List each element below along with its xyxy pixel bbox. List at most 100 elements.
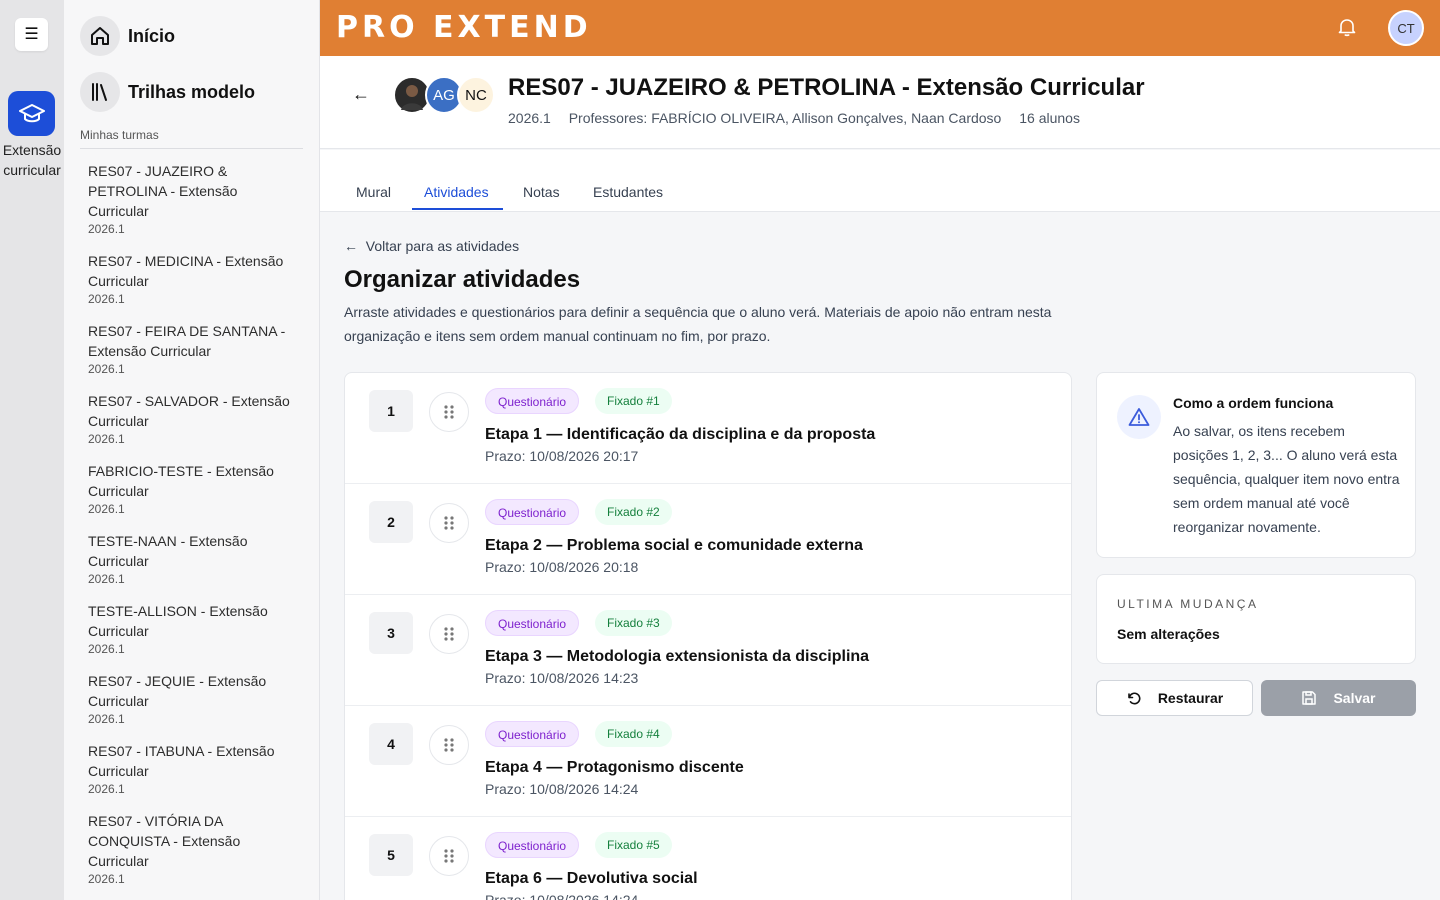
activity-row[interactable]: 1 Questionário Fixado #1 Etapa 1 — Ident… [345,373,1071,484]
class-name: RES07 - ITABUNA - Extensão Curricular [88,743,275,779]
class-name: FABRICIO-TESTE - Extensão Curricular [88,463,274,499]
brand-logo[interactable]: PRO EXTEND [336,10,592,45]
type-badge: Questionário [485,832,580,858]
teacher-avatars: AG NC [393,76,495,114]
class-item[interactable]: FABRICIO-TESTE - Extensão Curricular 202… [88,461,298,517]
restore-label: Restaurar [1157,690,1224,706]
class-term: 2026.1 [88,642,125,656]
activity-title: Etapa 2 — Problema social e comunidade e… [485,537,863,554]
restore-icon [1128,692,1141,705]
app-extensao-label: Extensão curricular [2,142,62,178]
class-name: RES07 - MEDICINA - Extensão Curricular [88,253,284,289]
class-item[interactable]: RES07 - JEQUIE - Extensão Curricular 202… [88,671,298,727]
info-title: Como a ordem funciona [1173,395,1334,411]
activity-due: Prazo: 10/08/2026 14:23 [485,670,639,686]
activity-title: Etapa 3 — Metodologia extensionista da d… [485,648,870,665]
course-tabs: Mural Atividades Notas Estudantes [320,150,1440,212]
course-teachers: Professores: FABRÍCIO OLIVEIRA, Allison … [568,110,1002,126]
class-term: 2026.1 [88,362,125,376]
tab-mural[interactable]: Mural [356,184,391,200]
course-meta: 2026.1 Professores: FABRÍCIO OLIVEIRA, A… [508,110,1094,126]
class-term: 2026.1 [88,572,125,586]
tab-notas[interactable]: Notas [523,184,560,200]
home-icon [80,16,120,56]
last-change-value: Sem alterações [1117,626,1220,642]
sidebar-item-trilhas[interactable]: Trilhas modelo [80,72,255,112]
graduation-cap-icon [18,103,45,122]
order-info-card: Como a ordem funciona Ao salvar, os iten… [1096,372,1416,558]
class-item[interactable]: RES07 - VITÓRIA DA CONQUISTA - Extensão … [88,811,298,887]
drag-handle-icon[interactable] [429,503,469,543]
drag-handle-icon[interactable] [429,392,469,432]
class-name: TESTE-NAAN - Extensão Curricular [88,533,248,569]
last-change-card: ULTIMA MUDANÇA Sem alterações [1096,574,1416,664]
type-badge: Questionário [485,721,580,747]
class-term: 2026.1 [88,292,125,306]
activity-position: 3 [369,612,413,654]
tab-atividades[interactable]: Atividades [424,184,489,200]
save-label: Salvar [1333,690,1376,706]
activity-row[interactable]: 5 Questionário Fixado #5 Etapa 6 — Devol… [345,817,1071,900]
top-bar: PRO EXTEND CT [320,0,1440,56]
fixed-badge: Fixado #2 [595,499,672,525]
restore-button[interactable]: Restaurar [1096,680,1253,716]
menu-button[interactable]: ☰ [15,18,48,51]
info-text: Ao salvar, os itens recebem posições 1, … [1173,423,1400,535]
tab-estudantes[interactable]: Estudantes [593,184,663,200]
bell-icon[interactable] [1336,16,1358,38]
sidebar-item-inicio[interactable]: Início [80,16,175,56]
class-term: 2026.1 [88,872,125,886]
sidebar: Início Trilhas modelo Minhas turmas RES0… [64,0,320,900]
class-name: RES07 - FEIRA DE SANTANA - Extensão Curr… [88,323,286,359]
arrow-left-icon: ← [344,238,358,254]
class-item[interactable]: RES07 - ITABUNA - Extensão Curricular 20… [88,741,298,797]
activity-position: 2 [369,501,413,543]
type-badge: Questionário [485,499,580,525]
activity-title: Etapa 4 — Protagonismo discente [485,759,744,776]
activity-row[interactable]: 4 Questionário Fixado #4 Etapa 4 — Prota… [345,706,1071,817]
drag-handle-icon[interactable] [429,725,469,765]
activity-position: 4 [369,723,413,765]
fixed-badge: Fixado #5 [595,832,672,858]
course-header: ← AG NC RES07 - JUAZEIRO & PETROLINA - E… [320,56,1440,149]
activity-list: 1 Questionário Fixado #1 Etapa 1 — Ident… [344,372,1072,900]
library-icon [80,72,120,112]
page-title: Organizar atividades [344,266,581,293]
drag-handle-icon[interactable] [429,614,469,654]
app-rail: ☰ Extensão curricular [0,0,64,900]
class-term: 2026.1 [88,222,125,236]
fixed-badge: Fixado #4 [595,721,672,747]
class-term: 2026.1 [88,432,125,446]
activity-title: Etapa 1 — Identificação da disciplina e … [485,426,876,443]
class-item[interactable]: TESTE-NAAN - Extensão Curricular 2026.1 [88,531,298,587]
save-button[interactable]: Salvar [1261,680,1416,716]
activity-due: Prazo: 10/08/2026 14:24 [485,781,639,797]
class-item[interactable]: RES07 - JUAZEIRO & PETROLINA - Extensão … [88,161,298,237]
course-title: RES07 - JUAZEIRO & PETROLINA - Extensão … [508,74,1145,101]
class-item[interactable]: RES07 - SALVADOR - Extensão Curricular 2… [88,391,298,447]
course-term: 2026.1 [508,110,551,126]
warning-icon [1117,395,1161,439]
class-name: RES07 - JEQUIE - Extensão Curricular [88,673,267,709]
activity-due: Prazo: 10/08/2026 20:18 [485,559,639,575]
class-item[interactable]: TESTE-ALLISON - Extensão Curricular 2026… [88,601,298,657]
class-list: RES07 - JUAZEIRO & PETROLINA - Extensão … [88,161,298,900]
class-name: RES07 - JUAZEIRO & PETROLINA - Extensão … [88,163,238,219]
user-avatar[interactable]: CT [1388,10,1424,46]
drag-handle-icon[interactable] [429,836,469,876]
class-term: 2026.1 [88,782,125,796]
sidebar-item-label: Início [128,25,176,46]
activity-position: 1 [369,390,413,432]
course-students: 16 alunos [1019,110,1080,126]
fixed-badge: Fixado #3 [595,610,672,636]
back-arrow-icon[interactable]: ← [352,84,370,105]
app-extensao-button[interactable] [8,91,55,136]
back-to-activities-link[interactable]: ← Voltar para as atividades [344,238,519,254]
class-item[interactable]: RES07 - MEDICINA - Extensão Curricular 2… [88,251,298,307]
activity-row[interactable]: 2 Questionário Fixado #2 Etapa 2 — Probl… [345,484,1071,595]
save-icon [1302,691,1317,705]
last-change-label: ULTIMA MUDANÇA [1117,597,1259,611]
activity-row[interactable]: 3 Questionário Fixado #3 Etapa 3 — Metod… [345,595,1071,706]
class-item[interactable]: RES07 - FEIRA DE SANTANA - Extensão Curr… [88,321,298,377]
hamburger-icon: ☰ [24,25,39,43]
